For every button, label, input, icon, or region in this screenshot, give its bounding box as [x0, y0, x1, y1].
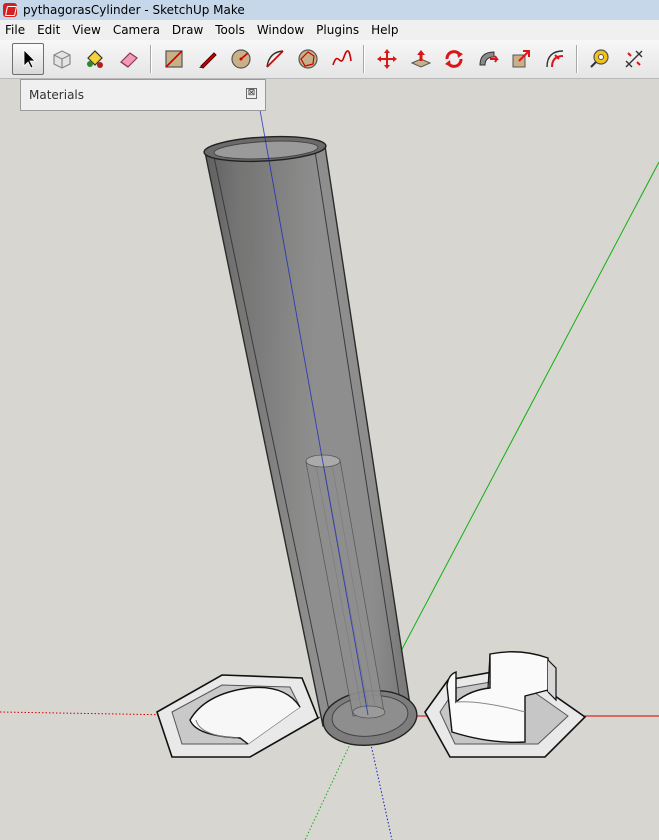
menu-view[interactable]: View [66, 23, 106, 37]
line-button[interactable] [192, 43, 224, 75]
left-base-component[interactable] [156, 674, 320, 758]
circle-icon [231, 49, 251, 69]
rectangle-button[interactable] [158, 43, 190, 75]
arrow-cursor-icon [23, 49, 36, 69]
blue-axis-dotted [369, 739, 393, 840]
title-bar: pythagorasCylinder - SketchUp Make [0, 0, 659, 20]
component-box-icon [52, 50, 71, 69]
push-pull-icon [410, 50, 431, 68]
follow-me-icon [478, 51, 499, 66]
menu-window[interactable]: Window [251, 23, 310, 37]
menu-bar: File Edit View Camera Draw Tools Window … [0, 20, 659, 40]
menu-help[interactable]: Help [365, 23, 404, 37]
toolbar-separator [363, 45, 365, 73]
rotate-button[interactable] [438, 43, 470, 75]
green-axis [399, 161, 659, 654]
offset-icon [545, 50, 563, 68]
push-pull-button[interactable] [405, 43, 437, 75]
select-tool-button[interactable] [12, 43, 44, 75]
circle-button[interactable] [225, 43, 257, 75]
sketchup-app-icon [3, 3, 17, 17]
paint-bucket-icon [87, 50, 103, 68]
arc-button[interactable] [259, 43, 291, 75]
large-tool-set-toolbar [0, 40, 659, 79]
cylinder-tube[interactable] [203, 134, 419, 750]
polygon-icon [298, 49, 318, 69]
menu-edit[interactable]: Edit [31, 23, 66, 37]
paint-bucket-button[interactable] [79, 43, 111, 75]
eraser-button[interactable] [113, 43, 145, 75]
pencil-icon [198, 52, 217, 69]
materials-panel[interactable]: Materials ⊠ [20, 79, 266, 111]
freehand-button[interactable] [326, 43, 358, 75]
menu-plugins[interactable]: Plugins [310, 23, 365, 37]
menu-file[interactable]: File [0, 23, 31, 37]
dimension-icon [625, 50, 642, 68]
green-axis-dotted [304, 739, 353, 840]
make-component-button[interactable] [46, 43, 78, 75]
tape-measure-button[interactable] [584, 43, 616, 75]
arc-icon [265, 50, 284, 68]
follow-me-button[interactable] [472, 43, 504, 75]
scale-button[interactable] [505, 43, 537, 75]
tape-measure-icon [590, 49, 609, 68]
freehand-icon [331, 50, 352, 66]
eraser-icon [119, 52, 138, 68]
move-arrows-icon [377, 49, 397, 69]
dimension-button[interactable] [618, 43, 650, 75]
close-icon[interactable]: ⊠ [246, 88, 257, 99]
menu-camera[interactable]: Camera [107, 23, 166, 37]
rotate-icon [445, 50, 463, 68]
menu-draw[interactable]: Draw [166, 23, 209, 37]
toolbar-separator [150, 45, 152, 73]
model-scene[interactable] [0, 79, 659, 840]
window-title: pythagorasCylinder - SketchUp Make [23, 3, 245, 17]
modeling-viewport[interactable] [0, 79, 659, 840]
scale-icon [512, 50, 530, 68]
offset-button[interactable] [539, 43, 571, 75]
menu-tools[interactable]: Tools [209, 23, 251, 37]
toolbar-separator [576, 45, 578, 73]
move-button[interactable] [371, 43, 403, 75]
polygon-button[interactable] [292, 43, 324, 75]
materials-panel-title: Materials [29, 88, 85, 102]
right-base-component[interactable] [424, 651, 587, 758]
rectangle-icon [165, 50, 183, 68]
